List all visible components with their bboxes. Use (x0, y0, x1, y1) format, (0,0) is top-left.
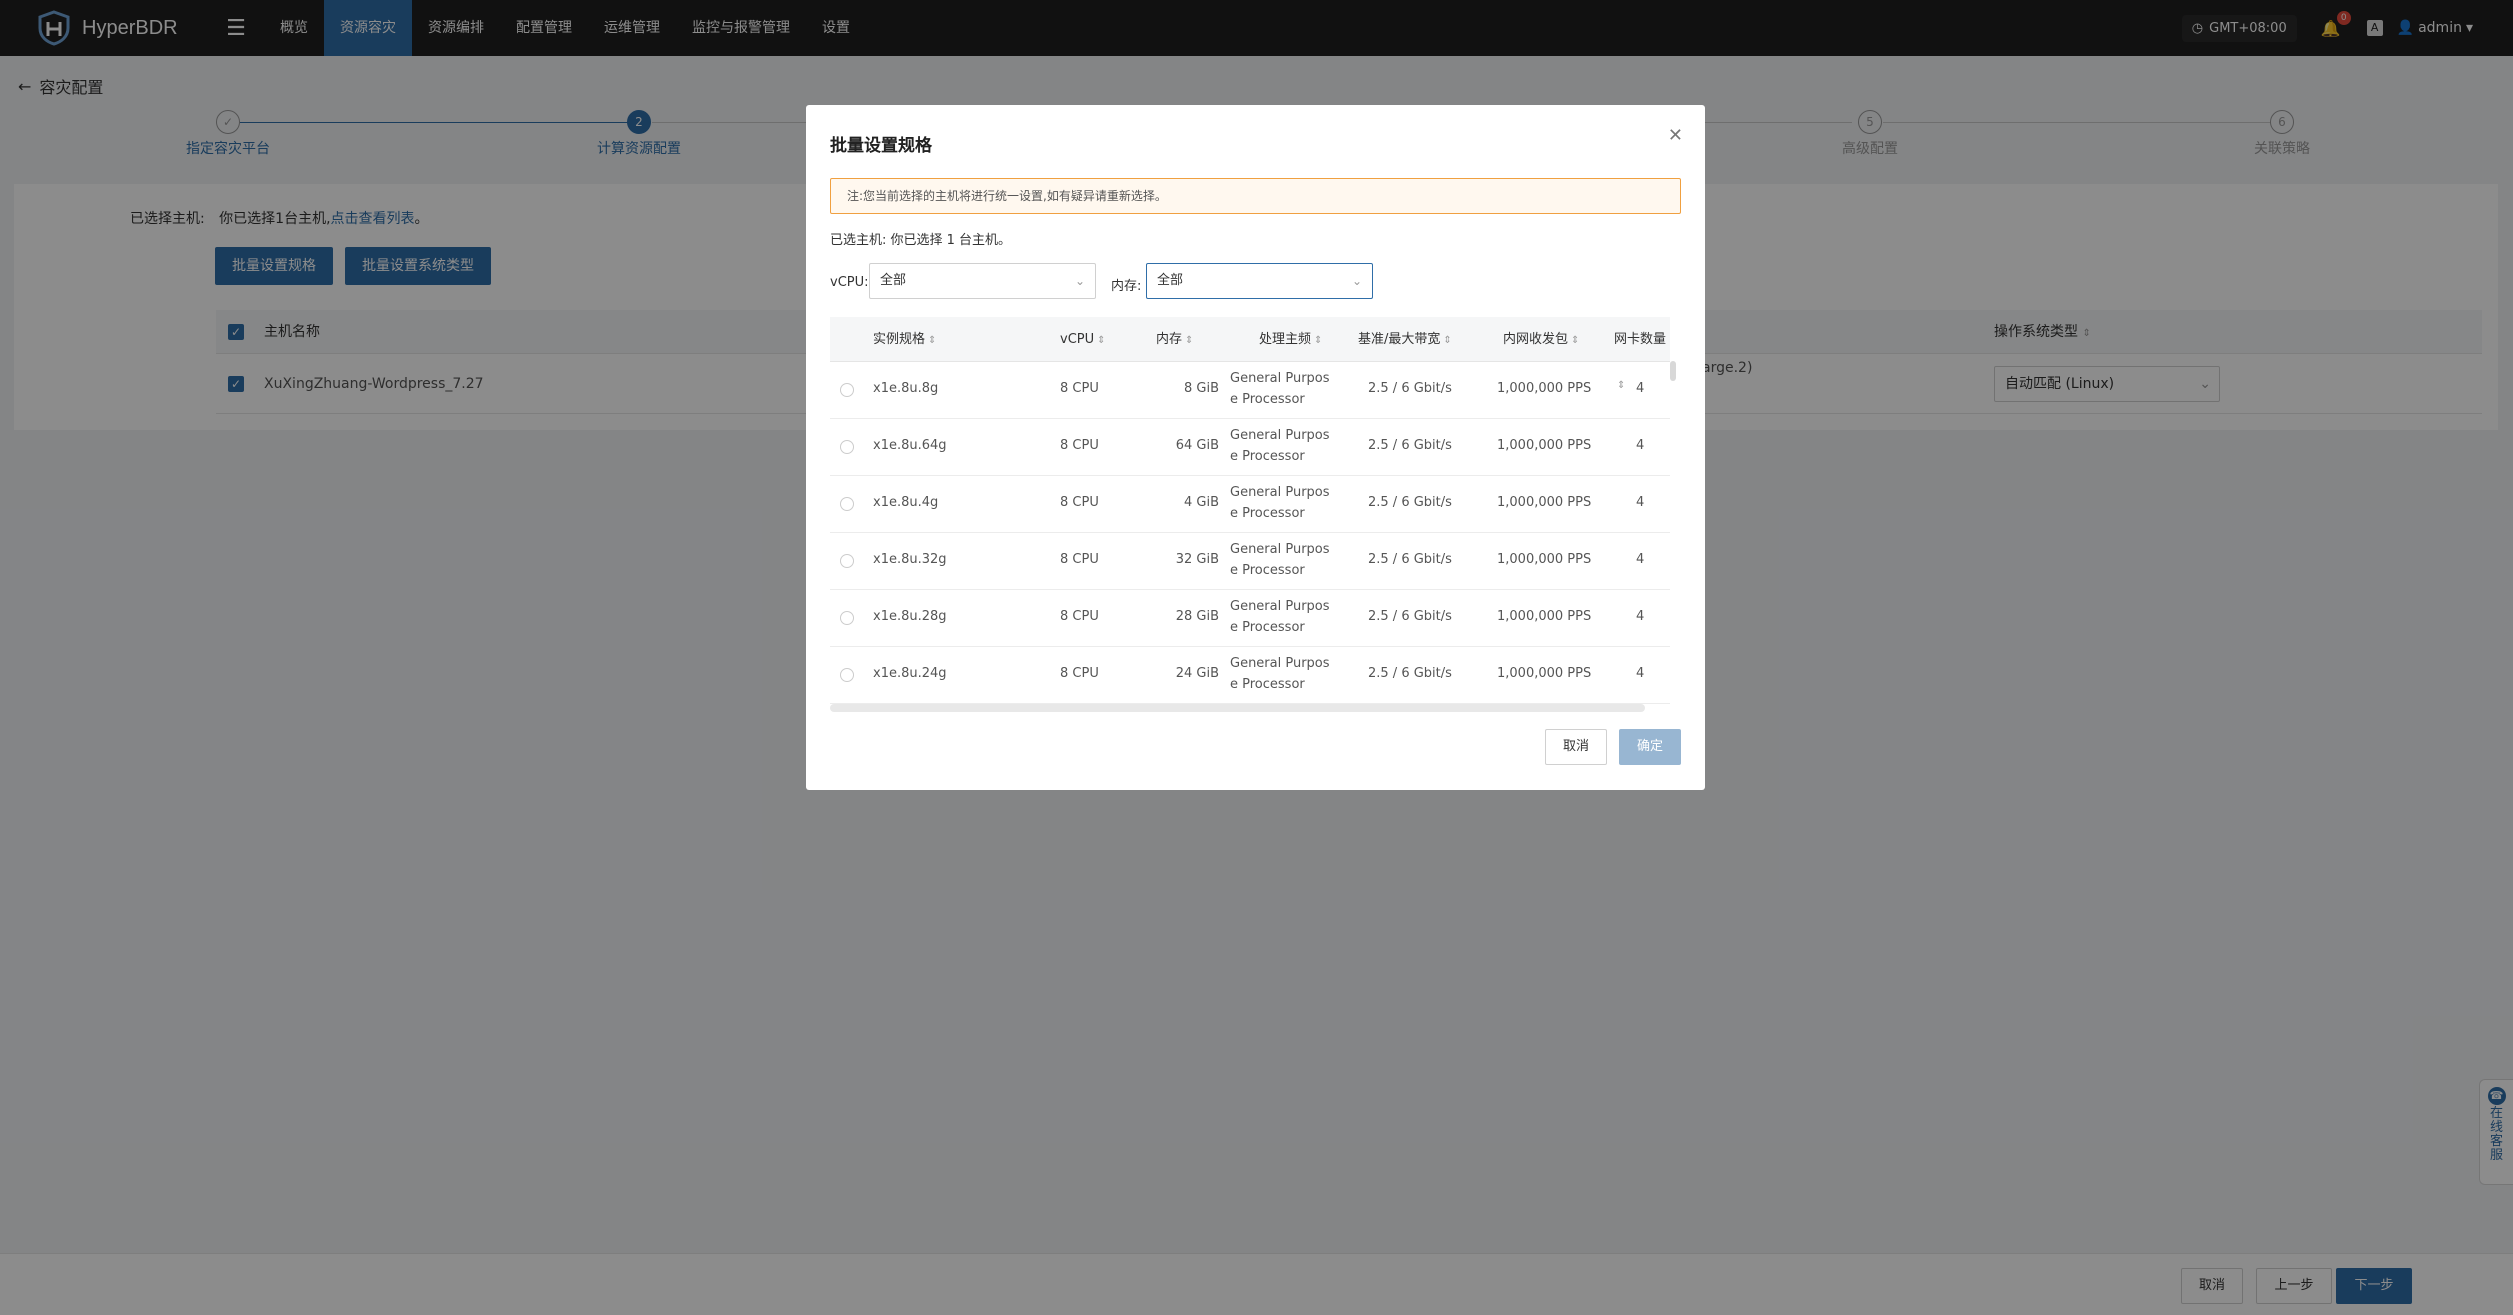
sort-icon: ⇕ (1314, 335, 1323, 346)
cell-nic: 4 (1636, 666, 1645, 681)
chevron-down-icon: ⌄ (1074, 274, 1085, 288)
vcpu-filter-value: 全部 (880, 273, 907, 288)
vcpu-filter-select[interactable]: 全部 ⌄ (869, 263, 1096, 299)
cell-nic: 4 (1636, 552, 1645, 567)
spec-row[interactable]: x1e.8u.64g 8 CPU 64 GiB General Purpos e… (830, 419, 1670, 476)
row-radio[interactable] (840, 611, 854, 625)
cell-memory: 32 GiB (1175, 552, 1219, 567)
spec-row[interactable]: x1e.8u.4g 8 CPU 4 GiB General Purpos e P… (830, 476, 1670, 533)
cell-nic: 4 (1636, 609, 1645, 624)
row-radio[interactable] (840, 554, 854, 568)
modal-cancel-button[interactable]: 取消 (1545, 729, 1607, 765)
sort-icon: ⇕ (1443, 335, 1452, 346)
cell-spec: x1e.8u.4g (873, 495, 939, 510)
memory-filter-select[interactable]: 全部 ⌄ (1146, 263, 1373, 299)
col-label: 处理主频 (1259, 332, 1312, 347)
row-radio[interactable] (840, 440, 854, 454)
cell-nic: 4 (1636, 381, 1645, 396)
cell-nic: 4 (1636, 495, 1645, 510)
cell-bandwidth: 2.5 / 6 Gbit/s (1368, 438, 1452, 453)
sort-icon: ⇕ (1185, 335, 1194, 346)
modal-title: 批量设置规格 (830, 136, 932, 156)
col-header-bandwidth[interactable]: 基准/最大带宽 ⇕ (1358, 317, 1452, 363)
cell-processor: General Purpos (1230, 485, 1330, 500)
cell-processor-2: e Processor (1230, 620, 1305, 635)
cell-bandwidth: 2.5 / 6 Gbit/s (1368, 495, 1452, 510)
cell-processor-2: e Processor (1230, 449, 1305, 464)
col-header-processor[interactable]: 处理主频 ⇕ (1259, 317, 1322, 363)
cell-vcpu: 8 CPU (1060, 552, 1099, 567)
cell-pps: 1,000,000 PPS (1497, 438, 1592, 453)
cell-processor-2: e Processor (1230, 563, 1305, 578)
cell-processor: General Purpos (1230, 371, 1330, 386)
cell-pps: 1,000,000 PPS (1497, 495, 1592, 510)
col-label: vCPU (1060, 332, 1095, 347)
cell-processor: General Purpos (1230, 542, 1330, 557)
memory-filter-value: 全部 (1157, 273, 1184, 288)
cell-spec: x1e.8u.28g (873, 609, 947, 624)
vcpu-filter-label: vCPU: (830, 275, 869, 290)
cell-memory: 64 GiB (1175, 438, 1219, 453)
close-icon[interactable]: ✕ (1668, 125, 1683, 146)
spec-row[interactable]: x1e.8u.32g 8 CPU 32 GiB General Purpos e… (830, 533, 1670, 590)
col-header-spec[interactable]: 实例规格 ⇕ (873, 317, 936, 363)
horizontal-scrollbar[interactable] (830, 704, 1645, 712)
cell-bandwidth: 2.5 / 6 Gbit/s (1368, 609, 1452, 624)
memory-filter-label: 内存: (1111, 279, 1142, 294)
row-radio[interactable] (840, 668, 854, 682)
cell-pps: 1,000,000 PPS (1497, 552, 1592, 567)
cell-pps: 1,000,000 PPS (1497, 666, 1592, 681)
spec-row[interactable]: x1e.8u.8g 8 CPU 8 GiB General Purpos e P… (830, 362, 1670, 419)
cell-memory: 28 GiB (1175, 609, 1219, 624)
col-header-pps[interactable]: 内网收发包 ⇕ (1503, 317, 1579, 363)
col-header-vcpu[interactable]: vCPU ⇕ (1060, 317, 1106, 363)
cell-spec: x1e.8u.32g (873, 552, 947, 567)
cell-nic: 4 (1636, 438, 1645, 453)
vertical-scrollbar[interactable] (1670, 361, 1676, 381)
spec-row[interactable]: x1e.8u.28g 8 CPU 28 GiB General Purpos e… (830, 590, 1670, 647)
cell-processor-2: e Processor (1230, 392, 1305, 407)
cell-vcpu: 8 CPU (1060, 381, 1099, 396)
modal-confirm-button[interactable]: 确定 (1619, 729, 1681, 765)
cell-vcpu: 8 CPU (1060, 438, 1099, 453)
cell-spec: x1e.8u.8g (873, 381, 939, 396)
spec-table-header: 实例规格 ⇕ vCPU ⇕ 内存 ⇕ 处理主频 ⇕ 基准/最大带宽 ⇕ 内网收发包 ⇕ 网卡… (830, 317, 1670, 391)
sort-icon: ⇕ (1097, 335, 1106, 346)
col-header-memory[interactable]: 内存 ⇕ (1156, 317, 1193, 363)
row-radio[interactable] (840, 383, 854, 397)
cell-processor-2: e Processor (1230, 506, 1305, 521)
cell-pps: 1,000,000 PPS (1497, 609, 1592, 624)
spec-table: 实例规格 ⇕ vCPU ⇕ 内存 ⇕ 处理主频 ⇕ 基准/最大带宽 ⇕ 内网收发包 ⇕ 网卡… (830, 317, 1681, 717)
cell-pps: 1,000,000 PPS (1497, 381, 1592, 396)
cell-processor: General Purpos (1230, 656, 1330, 671)
cell-memory: 8 GiB (1183, 381, 1219, 396)
cell-memory: 4 GiB (1183, 495, 1219, 510)
col-label: 内网收发包 (1503, 332, 1569, 347)
cell-vcpu: 8 CPU (1060, 495, 1099, 510)
batch-spec-modal: 批量设置规格 ✕ 注:您当前选择的主机将进行统一设置,如有疑异请重新选择。 已选… (806, 105, 1705, 790)
row-radio[interactable] (840, 497, 854, 511)
cell-bandwidth: 2.5 / 6 Gbit/s (1368, 381, 1452, 396)
cell-vcpu: 8 CPU (1060, 666, 1099, 681)
sort-icon: ⇕ (928, 335, 937, 346)
col-label: 基准/最大带宽 (1358, 332, 1441, 347)
cell-processor: General Purpos (1230, 599, 1330, 614)
col-label: 实例规格 (873, 332, 926, 347)
cell-processor: General Purpos (1230, 428, 1330, 443)
cell-processor-2: e Processor (1230, 677, 1305, 692)
col-label: 内存 (1156, 332, 1183, 347)
cell-vcpu: 8 CPU (1060, 609, 1099, 624)
cell-memory: 24 GiB (1175, 666, 1219, 681)
modal-selected-info: 已选主机: 你已选择 1 台主机。 (830, 233, 1012, 248)
sort-icon: ⇕ (1571, 335, 1580, 346)
col-label: 网卡数量 (1614, 332, 1667, 347)
cell-bandwidth: 2.5 / 6 Gbit/s (1368, 552, 1452, 567)
chevron-down-icon: ⌄ (1351, 274, 1362, 288)
cell-spec: x1e.8u.64g (873, 438, 947, 453)
notice-banner: 注:您当前选择的主机将进行统一设置,如有疑异请重新选择。 (830, 178, 1681, 214)
cell-spec: x1e.8u.24g (873, 666, 947, 681)
spec-row[interactable]: x1e.8u.24g 8 CPU 24 GiB General Purpos e… (830, 647, 1670, 704)
cell-bandwidth: 2.5 / 6 Gbit/s (1368, 666, 1452, 681)
